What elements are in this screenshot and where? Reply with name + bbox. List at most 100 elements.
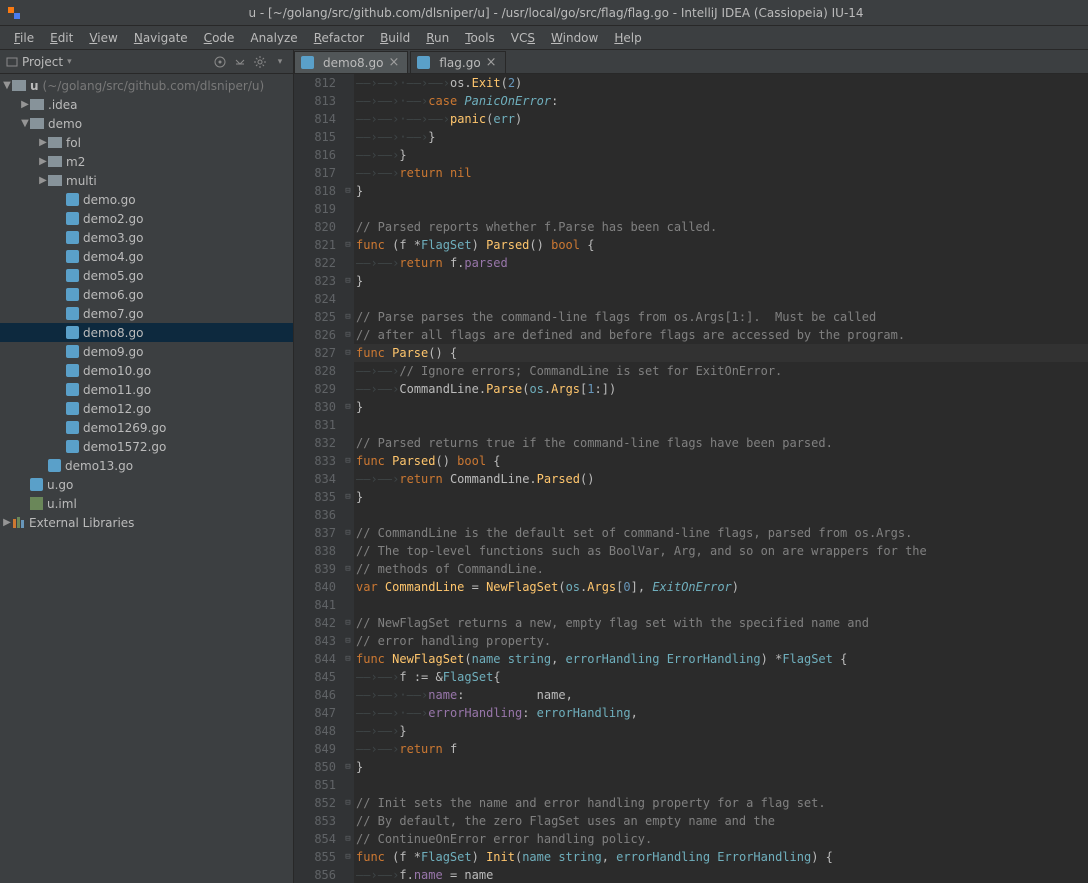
code-line[interactable]: // The top-level functions such as BoolV… bbox=[354, 542, 1088, 560]
line-number[interactable]: 854 bbox=[294, 830, 336, 848]
tree-external-libraries[interactable]: ▶External Libraries bbox=[0, 513, 293, 532]
fold-mark-icon[interactable] bbox=[342, 146, 354, 164]
fold-mark-icon[interactable] bbox=[342, 866, 354, 883]
fold-mark-icon[interactable] bbox=[342, 542, 354, 560]
fold-mark-icon[interactable] bbox=[342, 596, 354, 614]
line-gutter[interactable]: 8128138148158168178188198208218228238248… bbox=[294, 74, 342, 883]
collapse-icon[interactable] bbox=[233, 55, 247, 69]
code-line[interactable]: ——›——›·——›name: name, bbox=[354, 686, 1088, 704]
line-number[interactable]: 816 bbox=[294, 146, 336, 164]
line-number[interactable]: 832 bbox=[294, 434, 336, 452]
tree-m2[interactable]: ▶m2 bbox=[0, 152, 293, 171]
line-number[interactable]: 837 bbox=[294, 524, 336, 542]
fold-mark-icon[interactable] bbox=[342, 722, 354, 740]
fold-mark-icon[interactable]: ⊟ bbox=[342, 398, 354, 416]
tree-root[interactable]: ▼u(~/golang/src/github.com/dlsniper/u) bbox=[0, 76, 293, 95]
code-line[interactable]: ——›——›return nil bbox=[354, 164, 1088, 182]
tab-demo8.go[interactable]: demo8.go× bbox=[294, 51, 408, 73]
menu-efactor[interactable]: Refactor bbox=[306, 29, 372, 47]
code-line[interactable]: // Parsed reports whether f.Parse has be… bbox=[354, 218, 1088, 236]
menu-dit[interactable]: Edit bbox=[42, 29, 81, 47]
tree-file-demo12.go[interactable]: demo12.go bbox=[0, 399, 293, 418]
line-number[interactable]: 828 bbox=[294, 362, 336, 380]
menu-avigate[interactable]: Navigate bbox=[126, 29, 196, 47]
fold-mark-icon[interactable]: ⊟ bbox=[342, 848, 354, 866]
tree-arrow-icon[interactable]: ▶ bbox=[2, 517, 12, 528]
editor-body[interactable]: 8128138148158168178188198208218228238248… bbox=[294, 74, 1088, 883]
line-number[interactable]: 838 bbox=[294, 542, 336, 560]
code-line[interactable]: // CommandLine is the default set of com… bbox=[354, 524, 1088, 542]
code-line[interactable]: ——›——›return f.parsed bbox=[354, 254, 1088, 272]
fold-gutter[interactable]: ⊟⊟⊟⊟⊟⊟⊟⊟⊟⊟⊟⊟⊟⊟⊟⊟⊟⊟ bbox=[342, 74, 354, 883]
line-number[interactable]: 823 bbox=[294, 272, 336, 290]
tab-close-icon[interactable]: × bbox=[486, 55, 497, 70]
line-number[interactable]: 855 bbox=[294, 848, 336, 866]
menu-ools[interactable]: Tools bbox=[457, 29, 503, 47]
tree-file-ugo[interactable]: u.go bbox=[0, 475, 293, 494]
fold-mark-icon[interactable]: ⊟ bbox=[342, 452, 354, 470]
fold-mark-icon[interactable]: ⊟ bbox=[342, 794, 354, 812]
line-number[interactable]: 827 bbox=[294, 344, 336, 362]
code-line[interactable] bbox=[354, 506, 1088, 524]
fold-mark-icon[interactable] bbox=[342, 92, 354, 110]
tree-file-demo11.go[interactable]: demo11.go bbox=[0, 380, 293, 399]
fold-mark-icon[interactable]: ⊟ bbox=[342, 524, 354, 542]
fold-mark-icon[interactable]: ⊟ bbox=[342, 560, 354, 578]
line-number[interactable]: 831 bbox=[294, 416, 336, 434]
tree-arrow-icon[interactable]: ▼ bbox=[20, 118, 30, 129]
line-number[interactable]: 842 bbox=[294, 614, 336, 632]
menu-uild[interactable]: Build bbox=[372, 29, 418, 47]
tree-file-demo1572.go[interactable]: demo1572.go bbox=[0, 437, 293, 456]
tree-fol[interactable]: ▶fol bbox=[0, 133, 293, 152]
fold-mark-icon[interactable] bbox=[342, 380, 354, 398]
code-line[interactable]: // methods of CommandLine. bbox=[354, 560, 1088, 578]
fold-mark-icon[interactable] bbox=[342, 164, 354, 182]
line-number[interactable]: 815 bbox=[294, 128, 336, 146]
code-line[interactable]: ——›——›·——›} bbox=[354, 128, 1088, 146]
code-line[interactable]: // By default, the zero FlagSet uses an … bbox=[354, 812, 1088, 830]
tree-file-demo8.go[interactable]: demo8.go bbox=[0, 323, 293, 342]
code-area[interactable]: ——›——›·——›——›os.Exit(2)——›——›·——›case Pa… bbox=[354, 74, 1088, 883]
tree-multi[interactable]: ▶multi bbox=[0, 171, 293, 190]
gear-icon[interactable] bbox=[253, 55, 267, 69]
line-number[interactable]: 813 bbox=[294, 92, 336, 110]
fold-mark-icon[interactable]: ⊟ bbox=[342, 758, 354, 776]
tree-file-demo4.go[interactable]: demo4.go bbox=[0, 247, 293, 266]
menu-indow[interactable]: Window bbox=[543, 29, 606, 47]
fold-mark-icon[interactable] bbox=[342, 218, 354, 236]
code-line[interactable]: ——›——›·——›errorHandling: errorHandling, bbox=[354, 704, 1088, 722]
fold-mark-icon[interactable]: ⊟ bbox=[342, 182, 354, 200]
line-number[interactable]: 835 bbox=[294, 488, 336, 506]
line-number[interactable]: 856 bbox=[294, 866, 336, 883]
line-number[interactable]: 825 bbox=[294, 308, 336, 326]
tree-file-demo1269.go[interactable]: demo1269.go bbox=[0, 418, 293, 437]
line-number[interactable]: 814 bbox=[294, 110, 336, 128]
line-number[interactable]: 821 bbox=[294, 236, 336, 254]
fold-mark-icon[interactable] bbox=[342, 812, 354, 830]
code-line[interactable]: // error handling property. bbox=[354, 632, 1088, 650]
code-line[interactable]: // NewFlagSet returns a new, empty flag … bbox=[354, 614, 1088, 632]
line-number[interactable]: 822 bbox=[294, 254, 336, 272]
fold-mark-icon[interactable]: ⊟ bbox=[342, 344, 354, 362]
fold-mark-icon[interactable]: ⊟ bbox=[342, 272, 354, 290]
line-number[interactable]: 850 bbox=[294, 758, 336, 776]
code-line[interactable]: // Init sets the name and error handling… bbox=[354, 794, 1088, 812]
code-line[interactable]: // Parse parses the command-line flags f… bbox=[354, 308, 1088, 326]
line-number[interactable]: 848 bbox=[294, 722, 336, 740]
code-line[interactable]: // after all flags are defined and befor… bbox=[354, 326, 1088, 344]
tree-file-demo9.go[interactable]: demo9.go bbox=[0, 342, 293, 361]
code-line[interactable]: // ContinueOnError error handling policy… bbox=[354, 830, 1088, 848]
code-line[interactable]: ——›——›return f bbox=[354, 740, 1088, 758]
code-line[interactable] bbox=[354, 596, 1088, 614]
menu-elp[interactable]: Help bbox=[606, 29, 649, 47]
tab-close-icon[interactable]: × bbox=[388, 55, 399, 70]
menu-iew[interactable]: View bbox=[81, 29, 125, 47]
fold-mark-icon[interactable] bbox=[342, 128, 354, 146]
fold-mark-icon[interactable] bbox=[342, 254, 354, 272]
tree-arrow-icon[interactable]: ▶ bbox=[38, 175, 48, 186]
code-line[interactable]: ——›——›return CommandLine.Parsed() bbox=[354, 470, 1088, 488]
fold-mark-icon[interactable] bbox=[342, 362, 354, 380]
code-line[interactable]: ——›——›·——›——›panic(err) bbox=[354, 110, 1088, 128]
code-line[interactable]: ——›——›·——›case PanicOnError: bbox=[354, 92, 1088, 110]
line-number[interactable]: 820 bbox=[294, 218, 336, 236]
